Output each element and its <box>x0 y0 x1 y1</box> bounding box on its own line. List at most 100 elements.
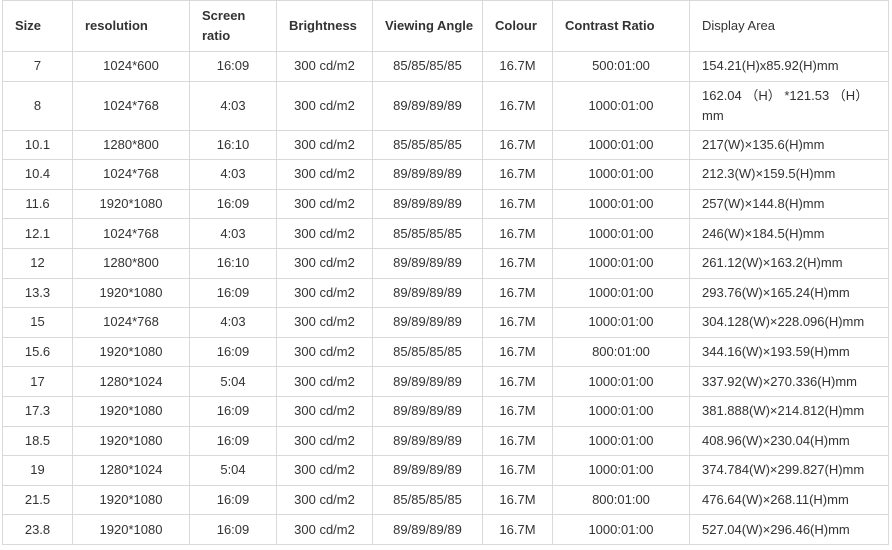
cell-screen-ratio: 16:09 <box>189 484 277 516</box>
cell-display-area: 381.888(W)×214.812(H)mm <box>689 395 889 427</box>
table-row: 13.3 1920*1080 16:09 300 cd/m2 89/89/89/89 16… <box>2 277 889 309</box>
cell-brightness: 300 cd/m2 <box>276 514 373 545</box>
cell-size: 15 <box>2 307 73 338</box>
table-row: 21.5 1920*1080 16:09 300 cd/m2 85/85/85/85 16… <box>2 484 889 516</box>
cell-screen-ratio: 16:10 <box>189 129 277 161</box>
cell-viewing-angle: 89/89/89/89 <box>372 307 483 338</box>
cell-contrast-ratio: 1000:01:00 <box>552 218 690 249</box>
cell-brightness: 300 cd/m2 <box>276 425 373 457</box>
cell-contrast-ratio: 1000:01:00 <box>552 366 690 397</box>
cell-contrast-ratio: 500:01:00 <box>552 51 690 82</box>
cell-size: 10.1 <box>2 129 73 161</box>
cell-screen-ratio: 16:09 <box>189 336 277 368</box>
cell-screen-ratio: 16:10 <box>189 247 277 279</box>
cell-brightness: 300 cd/m2 <box>276 80 373 131</box>
table-row: 19 1280*1024 5:04 300 cd/m2 89/89/89/89 16.7M… <box>2 455 889 486</box>
cell-viewing-angle: 85/85/85/85 <box>372 51 483 82</box>
cell-resolution: 1024*768 <box>72 218 190 249</box>
cell-size: 15.6 <box>2 336 73 368</box>
cell-resolution: 1920*1080 <box>72 188 190 220</box>
cell-resolution: 1280*800 <box>72 129 190 161</box>
cell-contrast-ratio: 1000:01:00 <box>552 80 690 131</box>
cell-viewing-angle: 89/89/89/89 <box>372 366 483 397</box>
cell-viewing-angle: 89/89/89/89 <box>372 80 483 131</box>
cell-colour: 16.7M <box>482 80 553 131</box>
cell-brightness: 300 cd/m2 <box>276 307 373 338</box>
table-row: 17 1280*1024 5:04 300 cd/m2 89/89/89/89 16.7M… <box>2 366 889 397</box>
cell-colour: 16.7M <box>482 277 553 309</box>
cell-viewing-angle: 89/89/89/89 <box>372 395 483 427</box>
cell-resolution: 1920*1080 <box>72 425 190 457</box>
cell-screen-ratio: 16:09 <box>189 395 277 427</box>
cell-colour: 16.7M <box>482 247 553 279</box>
header-size: Size <box>2 0 73 52</box>
cell-display-area: 337.92(W)×270.336(H)mm <box>689 366 889 397</box>
cell-screen-ratio: 16:09 <box>189 425 277 457</box>
cell-viewing-angle: 85/85/85/85 <box>372 218 483 249</box>
cell-viewing-angle: 89/89/89/89 <box>372 159 483 190</box>
cell-contrast-ratio: 1000:01:00 <box>552 425 690 457</box>
header-contrast-ratio: Contrast Ratio <box>552 0 690 52</box>
cell-display-area: 304.128(W)×228.096(H)mm <box>689 307 889 338</box>
cell-resolution: 1024*768 <box>72 307 190 338</box>
cell-size: 10.4 <box>2 159 73 190</box>
cell-display-area: 212.3(W)×159.5(H)mm <box>689 159 889 190</box>
cell-screen-ratio: 5:04 <box>189 455 277 486</box>
cell-size: 12.1 <box>2 218 73 249</box>
cell-resolution: 1024*600 <box>72 51 190 82</box>
header-viewing-angle: Viewing Angle <box>372 0 483 52</box>
cell-viewing-angle: 89/89/89/89 <box>372 425 483 457</box>
cell-colour: 16.7M <box>482 159 553 190</box>
cell-colour: 16.7M <box>482 484 553 516</box>
header-display-area: Display Area <box>689 0 889 52</box>
cell-contrast-ratio: 1000:01:00 <box>552 514 690 545</box>
cell-screen-ratio: 16:09 <box>189 277 277 309</box>
cell-resolution: 1280*800 <box>72 247 190 279</box>
cell-screen-ratio: 4:03 <box>189 80 277 131</box>
cell-size: 17.3 <box>2 395 73 427</box>
cell-display-area: 154.21(H)x85.92(H)mm <box>689 51 889 82</box>
cell-size: 12 <box>2 247 73 279</box>
cell-colour: 16.7M <box>482 129 553 161</box>
cell-viewing-angle: 89/89/89/89 <box>372 514 483 545</box>
header-resolution: resolution <box>72 0 190 52</box>
table-row: 12 1280*800 16:10 300 cd/m2 89/89/89/89 16.7M… <box>2 247 889 279</box>
table-row: 18.5 1920*1080 16:09 300 cd/m2 89/89/89/89 16… <box>2 425 889 457</box>
header-screen-ratio: Screen ratio <box>189 0 277 52</box>
table-row: 17.3 1920*1080 16:09 300 cd/m2 89/89/89/89 16… <box>2 395 889 427</box>
cell-size: 7 <box>2 51 73 82</box>
cell-size: 17 <box>2 366 73 397</box>
cell-display-area: 293.76(W)×165.24(H)mm <box>689 277 889 309</box>
cell-colour: 16.7M <box>482 336 553 368</box>
cell-brightness: 300 cd/m2 <box>276 455 373 486</box>
cell-viewing-angle: 85/85/85/85 <box>372 129 483 161</box>
cell-colour: 16.7M <box>482 51 553 82</box>
table-row: 11.6 1920*1080 16:09 300 cd/m2 89/89/89/89 16… <box>2 188 889 220</box>
table-row: 23.8 1920*1080 16:09 300 cd/m2 89/89/89/89 16… <box>2 514 889 545</box>
cell-viewing-angle: 89/89/89/89 <box>372 247 483 279</box>
cell-brightness: 300 cd/m2 <box>276 366 373 397</box>
cell-viewing-angle: 85/85/85/85 <box>372 484 483 516</box>
cell-brightness: 300 cd/m2 <box>276 129 373 161</box>
cell-resolution: 1024*768 <box>72 159 190 190</box>
cell-contrast-ratio: 1000:01:00 <box>552 455 690 486</box>
cell-brightness: 300 cd/m2 <box>276 51 373 82</box>
cell-screen-ratio: 16:09 <box>189 188 277 220</box>
cell-viewing-angle: 89/89/89/89 <box>372 188 483 220</box>
cell-resolution: 1920*1080 <box>72 484 190 516</box>
cell-viewing-angle: 85/85/85/85 <box>372 336 483 368</box>
table-body: 7 1024*600 16:09 300 cd/m2 85/85/85/85 16.7M 5… <box>2 51 889 545</box>
cell-screen-ratio: 4:03 <box>189 218 277 249</box>
cell-contrast-ratio: 800:01:00 <box>552 336 690 368</box>
cell-resolution: 1024*768 <box>72 80 190 131</box>
table-row: 15.6 1920*1080 16:09 300 cd/m2 85/85/85/85 16… <box>2 336 889 368</box>
cell-display-area: 257(W)×144.8(H)mm <box>689 188 889 220</box>
cell-size: 18.5 <box>2 425 73 457</box>
cell-size: 13.3 <box>2 277 73 309</box>
cell-display-area: 476.64(W)×268.11(H)mm <box>689 484 889 516</box>
cell-contrast-ratio: 1000:01:00 <box>552 395 690 427</box>
cell-display-area: 344.16(W)×193.59(H)mm <box>689 336 889 368</box>
table-row: 8 1024*768 4:03 300 cd/m2 89/89/89/89 16.7M 10… <box>2 80 889 131</box>
cell-colour: 16.7M <box>482 425 553 457</box>
cell-resolution: 1920*1080 <box>72 395 190 427</box>
